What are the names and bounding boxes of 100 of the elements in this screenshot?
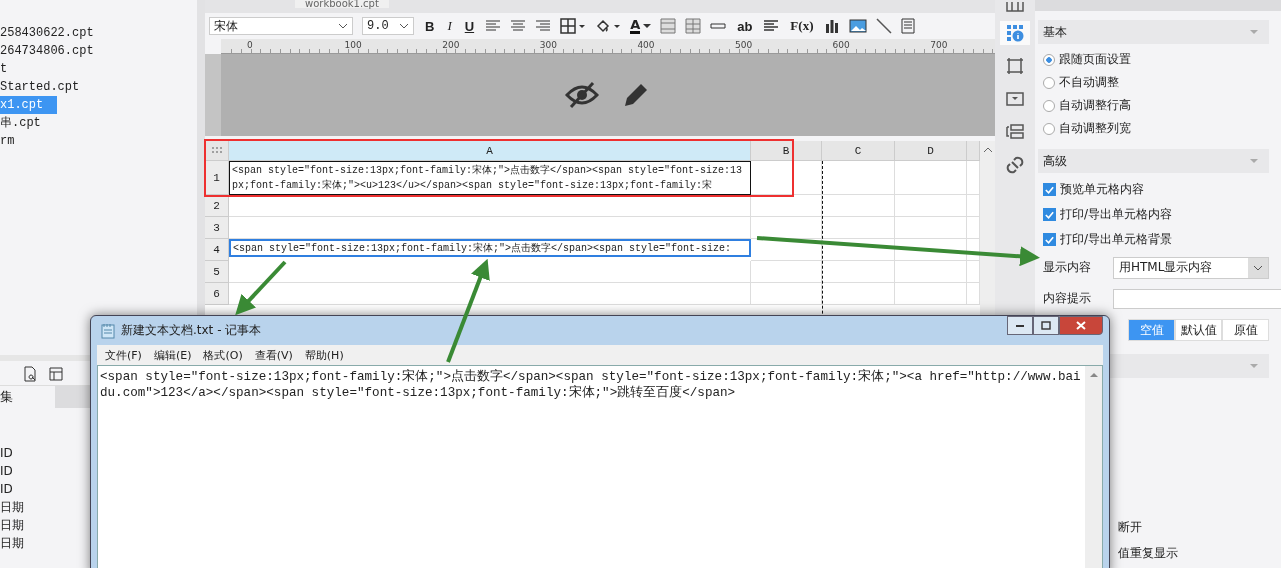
- row-header[interactable]: 2: [205, 195, 229, 217]
- field-item[interactable]: 日期: [0, 498, 24, 516]
- option-label: 断开: [1118, 519, 1142, 536]
- menu-item[interactable]: 编辑(E): [153, 347, 192, 363]
- border-icon[interactable]: [560, 18, 587, 34]
- table-cell: <span style="font-size:13px;font-family:宋体;">点击数字</span><span style="font-size:: [229, 239, 751, 257]
- collapse-icon[interactable]: [1249, 363, 1259, 369]
- field-item[interactable]: 日期: [0, 516, 24, 534]
- file-item[interactable]: 264734806.cpt: [0, 42, 108, 60]
- menu-item[interactable]: 格式(O): [203, 347, 243, 363]
- radio-button[interactable]: [1043, 76, 1055, 89]
- file-item[interactable]: Started.cpt: [0, 78, 94, 96]
- preview-icon[interactable]: [22, 366, 38, 382]
- link-icon: [1006, 156, 1024, 174]
- window-title: 新建文本文档.txt - 记事本: [121, 322, 263, 339]
- menu-item[interactable]: 帮助(H): [304, 347, 344, 363]
- radio-option[interactable]: 自动调整行高: [1038, 94, 1269, 117]
- maximize-button[interactable]: [1033, 316, 1059, 335]
- scroll-up-icon[interactable]: [1088, 372, 1099, 378]
- row-header[interactable]: 4: [205, 239, 229, 261]
- option-label: 自动调整行高: [1059, 97, 1131, 114]
- section-header[interactable]: 基本: [1038, 20, 1269, 44]
- row-header[interactable]: 6: [205, 283, 229, 305]
- menu-item[interactable]: 查看(V): [254, 347, 293, 363]
- empty-cell: [895, 195, 967, 217]
- field-item[interactable]: ID: [0, 462, 13, 480]
- field-label: 内容提示: [1043, 290, 1092, 307]
- radio-option[interactable]: 跟随页面设置: [1038, 48, 1269, 71]
- menu-item[interactable]: 文件(F): [105, 347, 142, 363]
- checkbox[interactable]: [1043, 183, 1056, 196]
- field-item[interactable]: ID: [0, 480, 13, 498]
- panel-tab[interactable]: 集: [0, 386, 55, 408]
- dropdown-icon: [1006, 92, 1024, 106]
- field-item[interactable]: 日期: [0, 534, 24, 552]
- format-button[interactable]: B: [423, 18, 437, 34]
- align-center-icon[interactable]: [510, 19, 527, 33]
- split-cells-icon[interactable]: [685, 18, 702, 34]
- bar-chart-icon[interactable]: [824, 18, 841, 34]
- empty-cell: [751, 261, 822, 283]
- hint-input[interactable]: [1113, 288, 1281, 309]
- align-right-icon[interactable]: [535, 19, 552, 33]
- empty-cell: [751, 217, 822, 239]
- checkbox[interactable]: [1043, 208, 1056, 221]
- align-left-icon[interactable]: [485, 19, 502, 33]
- radio-button[interactable]: [1043, 53, 1055, 66]
- section-header[interactable]: 高级: [1038, 149, 1269, 173]
- sub-report-icon[interactable]: [901, 18, 916, 34]
- radio-option[interactable]: 自动调整列宽: [1038, 117, 1269, 140]
- display-select[interactable]: 用HTML显示内容: [1113, 256, 1269, 279]
- ruler-label: 700: [930, 39, 948, 51]
- column-header[interactable]: C: [822, 141, 895, 161]
- close-icon: [1076, 321, 1086, 330]
- row-header[interactable]: 3: [205, 217, 229, 239]
- grip-icon[interactable]: [211, 146, 222, 155]
- format-button[interactable]: U: [462, 18, 477, 34]
- font-select[interactable]: 宋体: [209, 17, 353, 35]
- checkbox[interactable]: [1043, 233, 1056, 246]
- column-header[interactable]: A: [229, 141, 751, 161]
- radio-button[interactable]: [1043, 122, 1055, 135]
- font-color-button[interactable]: A: [630, 18, 652, 34]
- checkbox-label: 打印/导出单元格内容: [1060, 206, 1173, 223]
- segment-option[interactable]: 默认值: [1175, 318, 1222, 341]
- empty-cell: [751, 283, 822, 305]
- image-icon[interactable]: [849, 18, 868, 34]
- format-button[interactable]: I: [445, 18, 454, 34]
- column-header[interactable]: B: [751, 141, 822, 161]
- field-item[interactable]: ID: [0, 444, 13, 462]
- close-button[interactable]: [1059, 316, 1103, 335]
- empty-cell: [895, 161, 967, 195]
- row-header[interactable]: 1: [205, 161, 229, 195]
- paragraph-icon[interactable]: [763, 19, 780, 33]
- size-select[interactable]: 9.0: [362, 17, 414, 35]
- caret-icon: [643, 23, 652, 29]
- text-tool-button[interactable]: ab: [735, 18, 755, 34]
- layers-icon: [1006, 124, 1024, 140]
- column-header[interactable]: D: [895, 141, 967, 161]
- field-label: 显示内容: [1043, 259, 1092, 276]
- collapse-icon[interactable]: [1249, 158, 1259, 164]
- file-item[interactable]: 串.cpt: [0, 114, 55, 132]
- empty-cell: [895, 217, 967, 239]
- document-tab[interactable]: workbook1.cpt: [295, 0, 389, 8]
- row-header[interactable]: 5: [205, 261, 229, 283]
- file-item[interactable]: 258430622.cpt: [0, 24, 108, 42]
- scroll-up-icon[interactable]: [982, 147, 993, 153]
- tool-button[interactable]: [1000, 21, 1030, 45]
- formula-button[interactable]: F(x): [788, 18, 816, 34]
- fill-bucket-icon[interactable]: [595, 18, 622, 34]
- minimize-button[interactable]: [1007, 316, 1033, 335]
- edit-table-icon[interactable]: [48, 366, 64, 382]
- slash-icon[interactable]: [876, 18, 893, 34]
- collapse-icon[interactable]: [1249, 29, 1259, 35]
- text-content: <span style="font-size:13px;font-family:宋体;">点击数字</span><span style="font-size:13px;font-family:宋体;"><a href="http://www.baidu.com">123</a></span><span style="font-size:13px;font-family:宋体;">跳转至百度</span>: [99, 368, 1082, 402]
- radio-option[interactable]: 不自动调整: [1038, 71, 1269, 94]
- merge-cells-icon[interactable]: [660, 18, 677, 34]
- empty-cell: [751, 239, 822, 261]
- file-item[interactable]: rm: [0, 132, 29, 150]
- radio-button[interactable]: [1043, 99, 1055, 112]
- segment-option[interactable]: 原值: [1222, 318, 1269, 341]
- eye-off-icon[interactable]: [565, 81, 599, 109]
- file-item[interactable]: t: [0, 60, 22, 78]
